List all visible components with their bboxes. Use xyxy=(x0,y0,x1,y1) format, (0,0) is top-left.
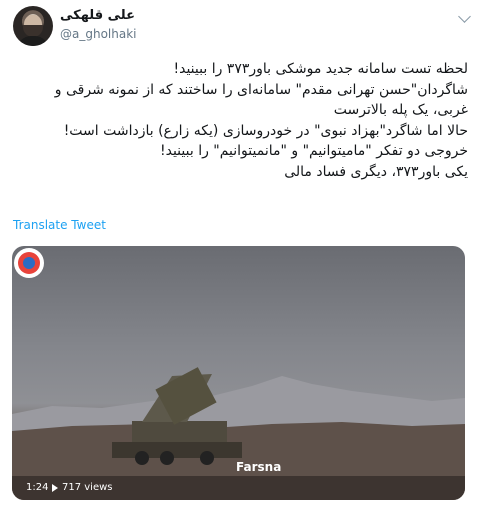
tweet-line: حالا اما شاگرد"بهزاد نبوی" در خودروسازی … xyxy=(63,122,468,139)
author-name[interactable]: علی قلهکی xyxy=(60,8,135,23)
tweet-text: لحظه تست سامانه جدید موشکی باور۳۷۳ را بب… xyxy=(12,59,468,182)
chevron-down-icon[interactable] xyxy=(458,10,471,23)
tweet-line: یکی باور۳۷۳، دیگری فساد مالی xyxy=(284,163,468,180)
avatar-shirt xyxy=(17,36,49,46)
play-icon xyxy=(52,484,58,492)
video-player[interactable]: Farsna 1:24 717 views xyxy=(12,246,465,500)
tweet-line: غربی، یک پله بالاترست xyxy=(333,102,468,118)
tweet-card: علی قلهکی @a_gholhaki لحظه تست سامانه جد… xyxy=(0,0,480,516)
author-handle[interactable]: @a_gholhaki xyxy=(60,27,137,41)
watermark-text: Farsna xyxy=(236,460,282,474)
tweet-line: لحظه تست سامانه جدید موشکی باور۳۷۳ را بب… xyxy=(173,61,468,77)
video-views: 717 views xyxy=(62,482,113,493)
avatar[interactable] xyxy=(13,6,53,46)
farsna-logo-icon xyxy=(14,248,44,278)
translate-tweet-link[interactable]: Translate Tweet xyxy=(13,218,106,232)
tweet-line: شاگردان"حسن تهرانی مقدم" سامانه‌ای را سا… xyxy=(54,81,468,98)
video-time: 1:24 xyxy=(26,482,49,493)
tweet-line: خروجی دو تفکر "ماميتوانيم" و "مانميتواني… xyxy=(159,143,468,159)
